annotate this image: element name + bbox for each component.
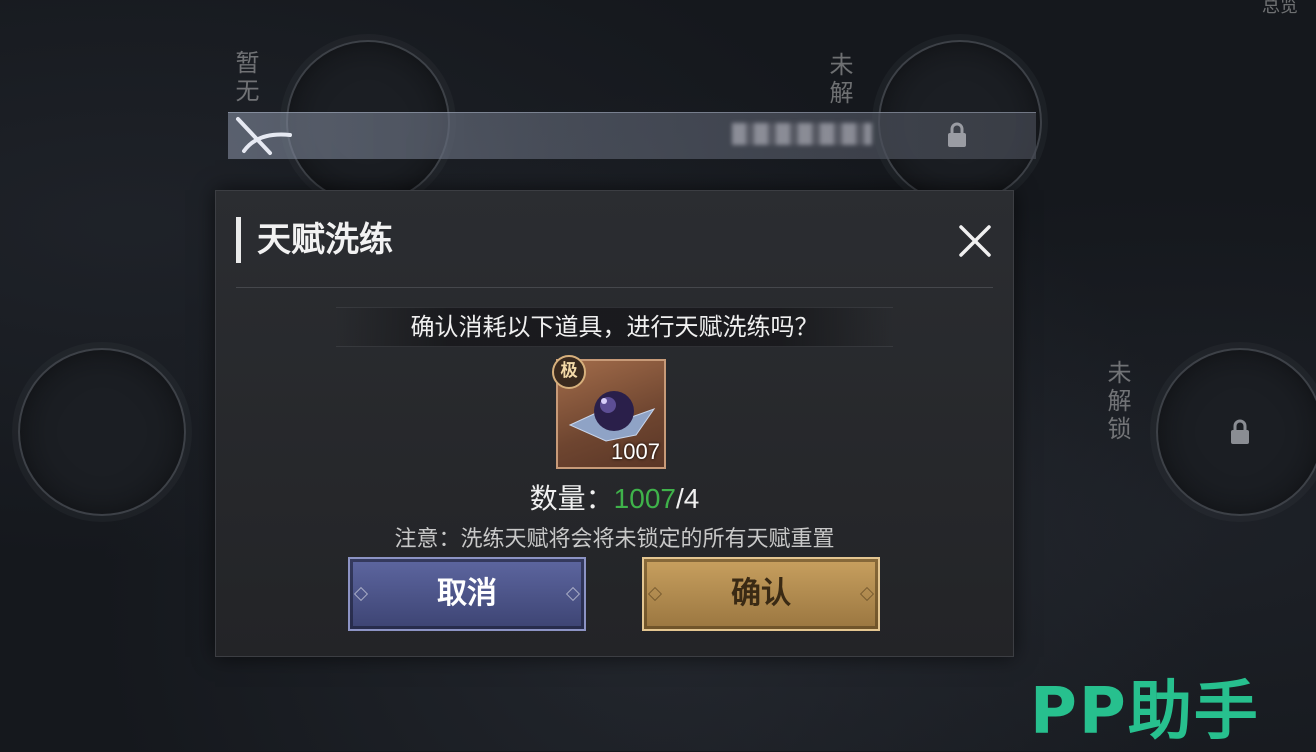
overview-label[interactable]: 总览 (1262, 0, 1298, 18)
talent-reset-dialog: 天赋洗练 确认消耗以下道具，进行天赋洗练吗？ 极 1007 数量：1007/4 … (215, 190, 1014, 657)
reset-warning: 注意：洗练天赋将会将未锁定的所有天赋重置 (394, 527, 835, 552)
consumable-item-slot[interactable]: 极 1007 (552, 355, 666, 469)
cancel-label: 取消 (437, 576, 497, 611)
confirm-button[interactable]: 确认 (642, 557, 880, 631)
quantity-have: 1007 (613, 483, 676, 514)
grade-badge: 极 (552, 355, 586, 389)
confirm-label: 确认 (731, 576, 791, 611)
talent-strip (228, 112, 1036, 159)
close-icon[interactable] (955, 221, 995, 261)
quantity-label: 数量： (529, 482, 614, 515)
slot-label-top-right: 未解 (825, 52, 853, 108)
confirm-prompt: 确认消耗以下道具，进行天赋洗练吗？ (336, 307, 893, 347)
sigil-icon (236, 117, 292, 155)
left-ornament (647, 586, 663, 602)
talent-slot-left[interactable] (18, 348, 186, 516)
blurred-text (732, 123, 872, 145)
right-ornament (565, 586, 581, 602)
title-divider (236, 287, 993, 288)
watermark-logo: PP助手 (1030, 675, 1260, 749)
slot-label-right: 未解锁 (1103, 360, 1131, 444)
lock-icon (1231, 419, 1249, 444)
quantity-need: 4 (683, 483, 700, 514)
dialog-title: 天赋洗练 (236, 217, 393, 263)
left-ornament (353, 586, 369, 602)
item-count: 1007 (611, 439, 660, 464)
right-ornament (859, 586, 875, 602)
slot-label-top-left: 暂无 (231, 50, 259, 106)
quantity-separator: / (675, 483, 684, 514)
lock-icon (948, 122, 966, 147)
talent-slot-right[interactable] (1156, 348, 1316, 516)
quantity-line: 数量：1007/4 (216, 477, 1013, 517)
cancel-button[interactable]: 取消 (348, 557, 586, 631)
